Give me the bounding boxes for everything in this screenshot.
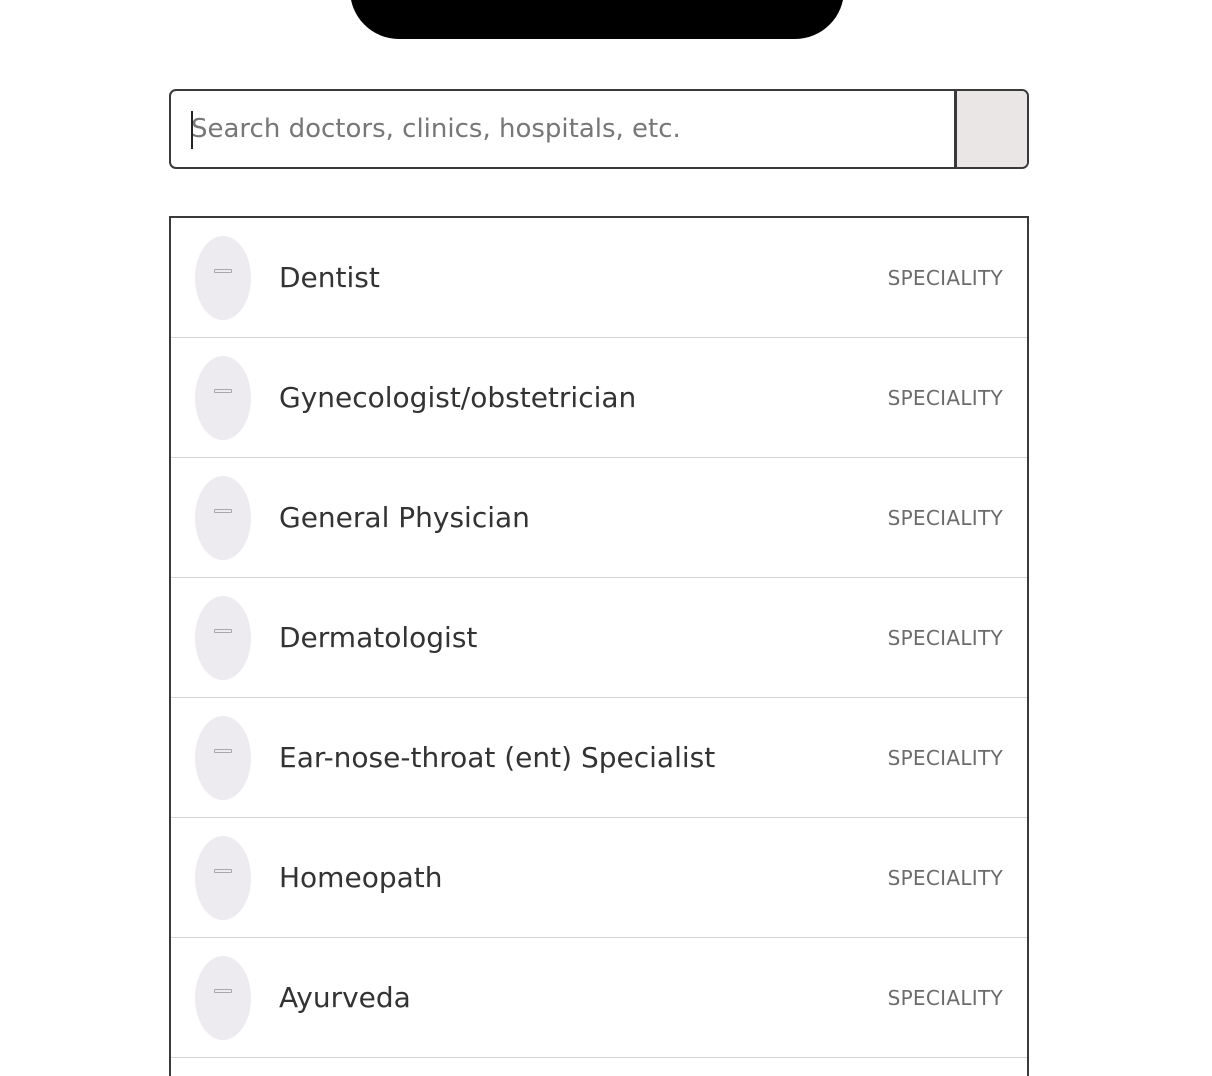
result-label: Dentist — [279, 261, 380, 294]
image-placeholder-icon — [214, 508, 232, 513]
result-type: SPECIALITY — [887, 865, 1003, 890]
result-type: SPECIALITY — [887, 385, 1003, 410]
result-label: Ear-nose-throat (ent) Specialist — [279, 741, 716, 774]
result-type: SPECIALITY — [887, 745, 1003, 770]
speciality-icon — [195, 475, 251, 560]
search-input[interactable] — [171, 91, 954, 167]
search-bar — [169, 89, 1029, 169]
result-label: Homeopath — [279, 861, 443, 894]
list-item[interactable]: Gynecologist/obstetrician SPECIALITY — [171, 338, 1027, 458]
list-item[interactable]: General Physician SPECIALITY — [171, 458, 1027, 578]
speciality-icon — [195, 955, 251, 1040]
image-placeholder-icon — [214, 268, 232, 273]
image-placeholder-icon — [214, 388, 232, 393]
speciality-icon — [195, 235, 251, 320]
result-type: SPECIALITY — [887, 265, 1003, 290]
list-item[interactable]: Dermatologist SPECIALITY — [171, 578, 1027, 698]
result-label: Ayurveda — [279, 981, 411, 1014]
result-type: SPECIALITY — [887, 625, 1003, 650]
result-label: General Physician — [279, 501, 530, 534]
image-placeholder-icon — [214, 988, 232, 993]
list-item[interactable]: Ayurveda SPECIALITY — [171, 938, 1027, 1058]
image-placeholder-icon — [214, 748, 232, 753]
result-type: SPECIALITY — [887, 985, 1003, 1010]
image-placeholder-icon — [214, 628, 232, 633]
speciality-icon — [195, 595, 251, 680]
result-type: SPECIALITY — [887, 505, 1003, 530]
result-label: Dermatologist — [279, 621, 478, 654]
results-list: Dentist SPECIALITY Gynecologist/obstetri… — [169, 216, 1029, 1076]
list-item[interactable]: Ear-nose-throat (ent) Specialist SPECIAL… — [171, 698, 1027, 818]
device-notch — [350, 0, 844, 39]
result-label: Gynecologist/obstetrician — [279, 381, 637, 414]
image-placeholder-icon — [214, 868, 232, 873]
speciality-icon — [195, 835, 251, 920]
list-item[interactable]: Dentist SPECIALITY — [171, 218, 1027, 338]
list-item[interactable]: Homeopath SPECIALITY — [171, 818, 1027, 938]
speciality-icon — [195, 715, 251, 800]
text-caret — [191, 111, 193, 149]
search-button[interactable] — [954, 91, 1027, 167]
speciality-icon — [195, 355, 251, 440]
